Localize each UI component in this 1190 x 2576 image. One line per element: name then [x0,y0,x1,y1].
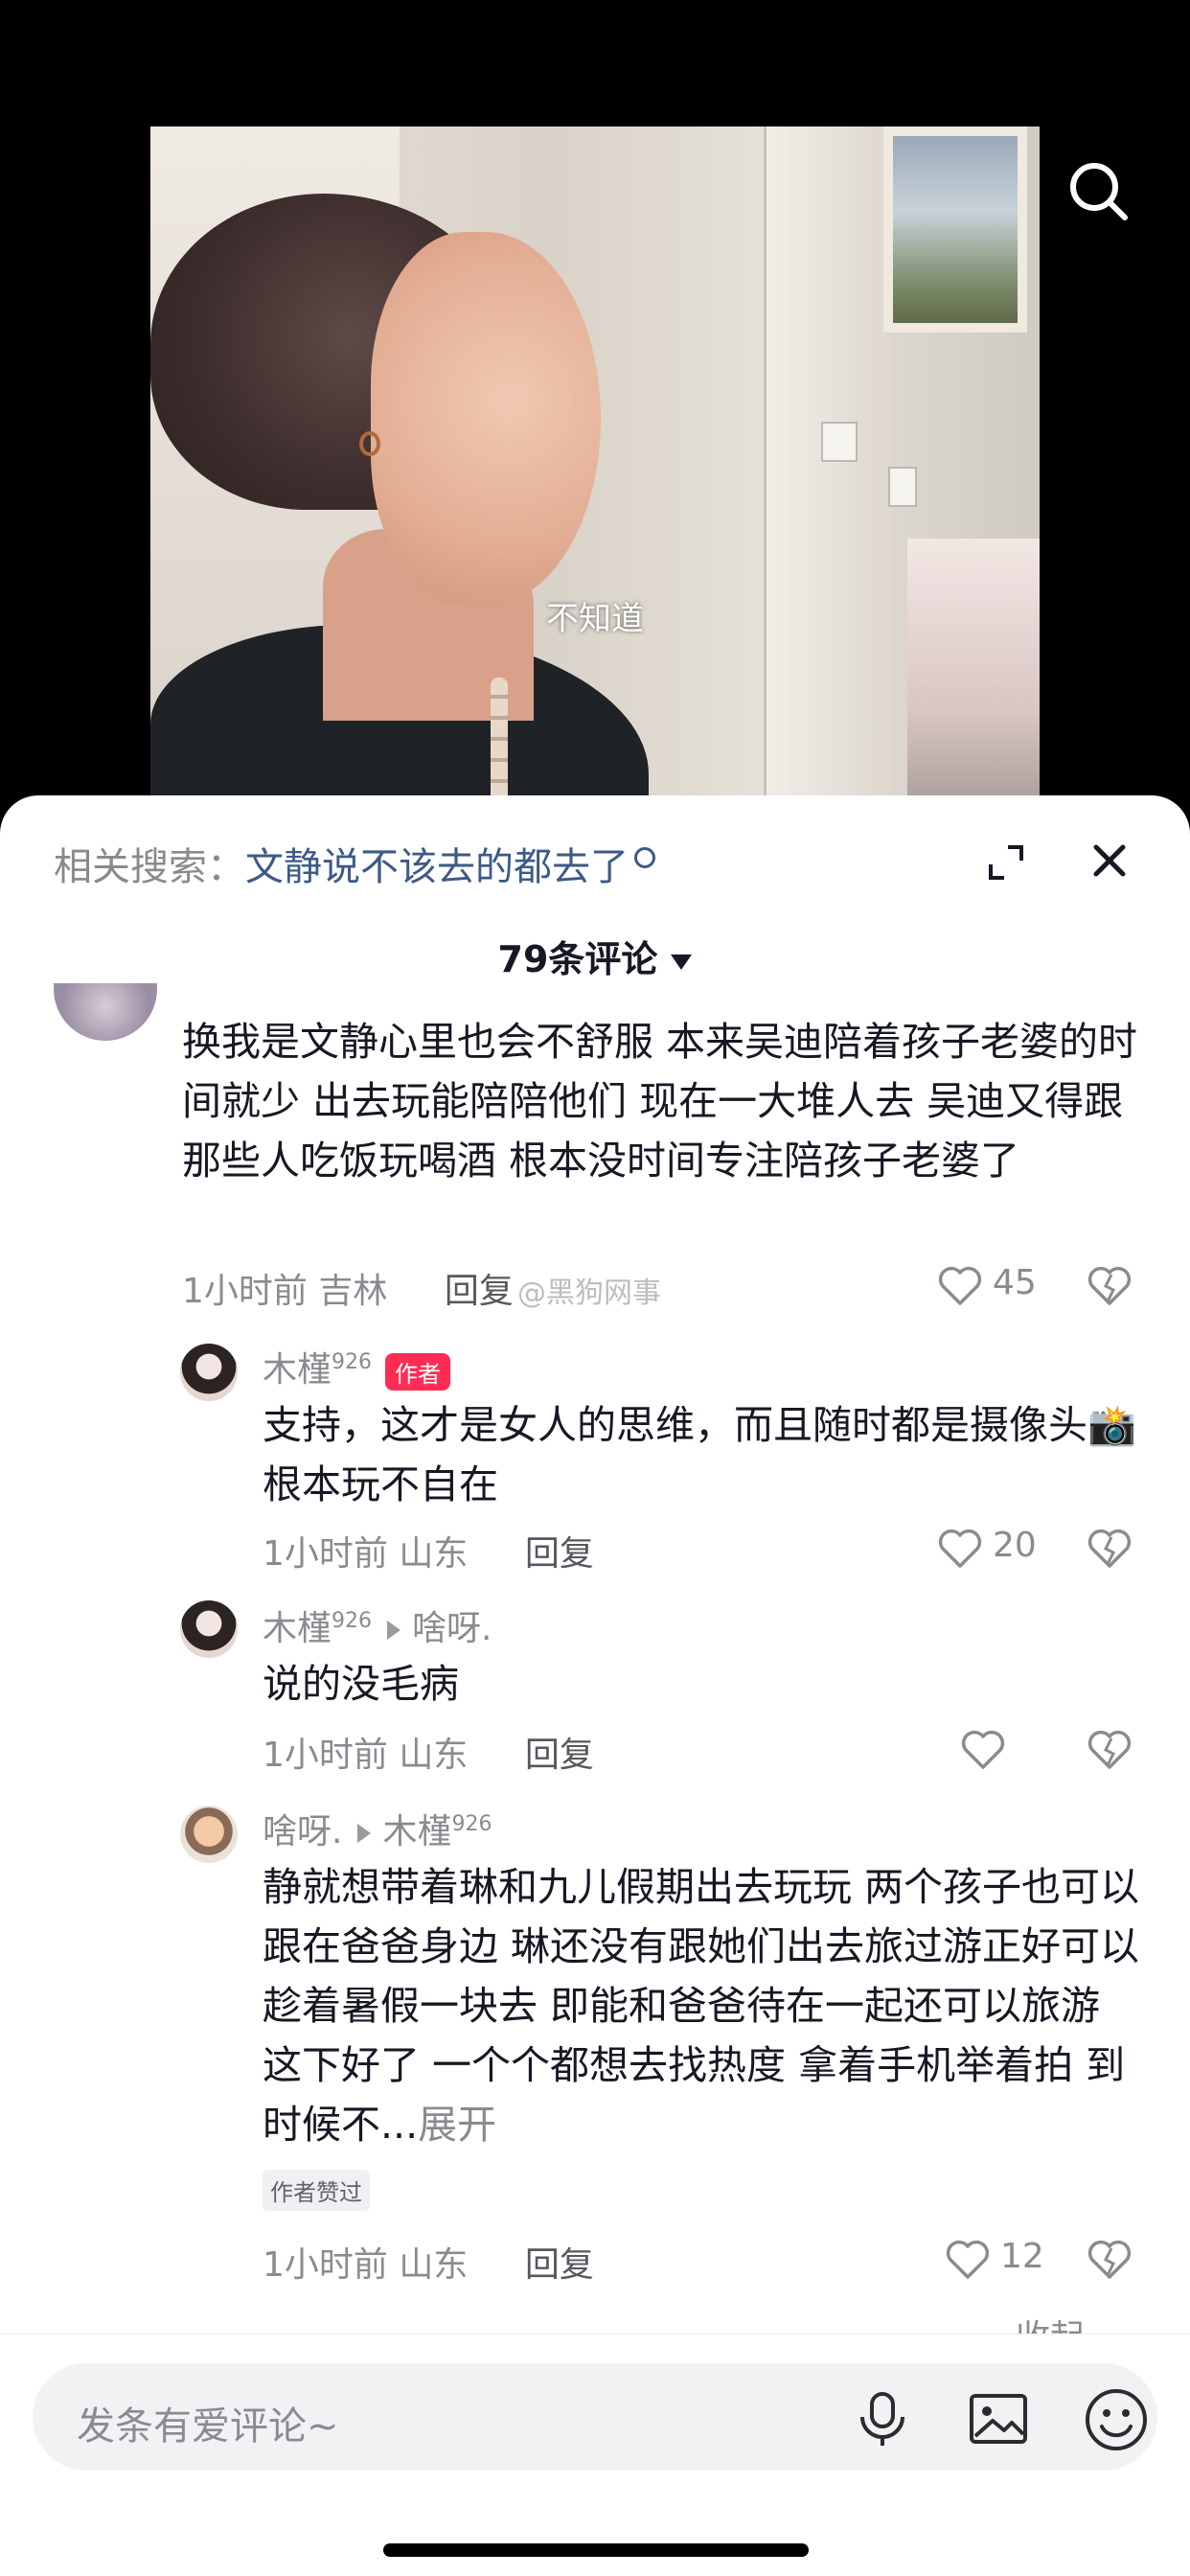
related-search-label: 相关搜索： [54,845,245,889]
microphone-icon[interactable] [855,2390,910,2448]
author-liked-badge: 作者赞过 [263,2170,370,2211]
comment-count-label: 79条评论 [497,938,658,980]
avatar[interactable] [180,1600,238,1658]
comment-input-bar: 发条有爱评论~ [0,2334,1190,2576]
reply-to-arrow-icon [357,1824,372,1843]
video-player[interactable]: 不知道 [0,0,1190,826]
avatar[interactable] [54,983,157,1041]
reply-to-arrow-icon [387,1621,401,1640]
comment-meta: 1小时前 吉林 回复 [182,1263,514,1313]
home-indicator[interactable] [383,2543,809,2557]
avatar[interactable] [180,1806,238,1863]
reply-meta: 1小时前 山东 回复 [263,1534,594,1574]
comment-sheet: 相关搜索：文静说不该去的都去了 79条评论 换我是文静心里也会不舒服 本来吴迪陪… [0,795,1190,2576]
expand-link[interactable]: 展开 [418,2102,496,2148]
close-icon[interactable] [1090,841,1129,880]
dislike-heart-icon[interactable] [1087,2239,1133,2281]
reply-text[interactable]: 支持，这才是女人的思维，而且随时都是摄像头📸根本玩不自在 [263,1395,1144,1514]
expand-icon[interactable] [987,843,1025,882]
like-count: 20 [993,1526,1037,1565]
comment-text[interactable]: 换我是文静心里也会不舒服 本来吴迪陪着孩子老婆的时间就少 出去玩能陪陪他们 现在… [182,1012,1140,1190]
comment-time: 1小时前 [182,1272,308,1311]
reply-username[interactable]: 啥呀. 木槿926 [263,1804,492,1853]
comment-input-placeholder: 发条有爱评论~ [77,2404,339,2449]
related-search-query[interactable]: 文静说不该去的都去了 [245,845,629,889]
like-count: 12 [1000,2237,1044,2276]
like-count: 45 [993,1263,1037,1302]
reply-button[interactable]: 回复 [525,2245,594,2285]
dislike-heart-icon[interactable] [1087,1729,1133,1771]
like-heart-icon[interactable] [937,1528,983,1570]
author-badge: 作者 [385,1352,451,1391]
like-heart-icon[interactable] [937,1265,983,1307]
image-icon[interactable] [968,2390,1029,2448]
comment-count[interactable]: 79条评论 [0,930,1190,982]
video-frame[interactable] [150,126,1040,826]
video-subtitle: 不知道 [546,600,644,638]
reply-text[interactable]: 说的没毛病 [263,1654,1144,1714]
reply-meta: 1小时前 山东 回复 [263,2245,594,2285]
comment-location: 吉林 [318,1272,388,1311]
small-search-icon [634,847,655,868]
search-icon[interactable] [1065,158,1133,225]
related-search[interactable]: 相关搜索：文静说不该去的都去了 [54,836,655,891]
reply-meta: 1小时前 山东 回复 [263,1736,594,1775]
reply-button[interactable]: 回复 [525,1736,594,1775]
dislike-heart-icon[interactable] [1087,1528,1133,1570]
like-heart-icon[interactable] [945,2239,991,2281]
like-heart-icon[interactable] [960,1729,1006,1771]
reply-username[interactable]: 木槿926 啥呀. [263,1600,492,1650]
reply-button[interactable]: 回复 [445,1272,514,1311]
wall-painting [883,126,1027,333]
comment-input[interactable]: 发条有爱评论~ [33,2363,1157,2471]
dislike-heart-icon[interactable] [1087,1265,1133,1307]
watermark: @黑狗网事 [517,1276,661,1310]
reply-username[interactable]: 木槿926 作者 [263,1342,451,1392]
reply-text[interactable]: 静就想带着琳和九儿假期出去玩玩 两个孩子也可以跟在爸爸身边 琳还没有跟她们出去旅… [263,1857,1144,2154]
avatar[interactable] [180,1344,238,1401]
reply-button[interactable]: 回复 [525,1534,594,1574]
sort-down-icon [671,954,693,970]
emoji-icon[interactable] [1083,2386,1150,2453]
